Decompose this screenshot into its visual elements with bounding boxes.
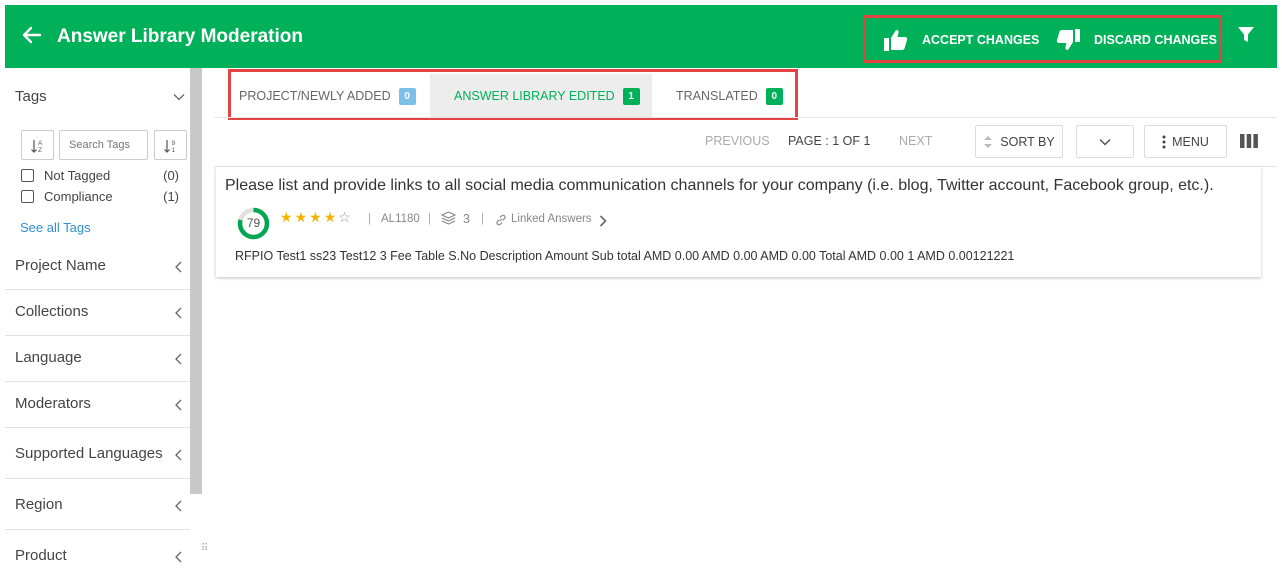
menu-label: MENU: [1172, 134, 1209, 149]
filter-icon[interactable]: [1237, 26, 1255, 44]
page: Answer Library Moderation ACCEPT CHANGES…: [0, 0, 1282, 570]
svg-text:1: 1: [171, 147, 175, 154]
meta-separator: |: [368, 213, 371, 225]
checkbox[interactable]: [21, 168, 34, 182]
meta-separator: |: [428, 213, 431, 225]
score-value: 79: [246, 216, 261, 230]
facet-label: Product: [15, 547, 67, 564]
tag-option-not-tagged[interactable]: Not Tagged (0): [21, 166, 179, 184]
thumbs-up-icon: [884, 30, 908, 51]
count-badge: 0: [398, 87, 416, 105]
facet-project-name[interactable]: Project Name: [5, 243, 190, 290]
question-text[interactable]: Please list and provide links to all soc…: [225, 177, 1240, 195]
tag-label: Compliance: [44, 188, 113, 204]
svg-text:A: A: [38, 140, 43, 147]
resize-grip-icon[interactable]: ⠿: [201, 543, 208, 554]
tag-count: (0): [163, 167, 179, 183]
sidebar-scrollbar[interactable]: [190, 68, 202, 494]
answer-card[interactable]: Please list and provide links to all soc…: [216, 167, 1261, 277]
chevron-left-icon: [175, 353, 182, 365]
svg-text:Z: Z: [38, 147, 42, 154]
tab-label: TRANSLATED: [676, 89, 758, 103]
columns-icon[interactable]: [1240, 134, 1258, 148]
chevron-left-icon: [175, 399, 182, 411]
star-icon: ★: [280, 209, 295, 225]
sort-alpha-asc-icon: A Z: [30, 140, 43, 154]
accept-changes-button[interactable]: ACCEPT CHANGES: [884, 28, 1039, 52]
tab-project-newly-added[interactable]: PROJECT/NEWLY ADDED 0: [231, 74, 429, 118]
sort-direction-dropdown[interactable]: [1076, 125, 1134, 158]
kebab-menu-icon: [1162, 135, 1166, 148]
sort-numeric-button[interactable]: 9 1: [154, 130, 187, 160]
facet-language[interactable]: Language: [5, 336, 190, 382]
star-icon: ★: [309, 209, 324, 225]
tags-section-header[interactable]: Tags: [5, 68, 190, 124]
sort-ascending-button[interactable]: A Z: [21, 130, 54, 160]
filter-sidebar: Tags A Z 9 1 Not Tagged (0): [5, 68, 190, 570]
tab-label: ANSWER LIBRARY EDITED: [454, 89, 615, 103]
chevron-left-icon: [175, 551, 182, 563]
tag-count: (1): [163, 188, 179, 204]
tag-label: Not Tagged: [44, 167, 111, 183]
discard-changes-button[interactable]: DISCARD CHANGES: [1056, 28, 1217, 52]
back-arrow-icon[interactable]: [22, 25, 42, 45]
next-page-button[interactable]: NEXT: [899, 134, 932, 148]
facet-label: Region: [15, 496, 63, 513]
star-rating[interactable]: ★★★★☆: [280, 209, 353, 226]
facet-label: Collections: [15, 303, 89, 320]
discard-changes-label: DISCARD CHANGES: [1094, 33, 1217, 47]
facet-region[interactable]: Region: [5, 479, 190, 530]
facet-label: Moderators: [15, 395, 91, 412]
count-badge: 1: [622, 87, 640, 105]
chevron-right-icon[interactable]: [599, 215, 607, 227]
star-empty-icon: ☆: [338, 209, 353, 225]
tab-answer-library-edited[interactable]: ANSWER LIBRARY EDITED 1: [430, 74, 652, 118]
checkbox[interactable]: [21, 189, 34, 203]
see-all-tags-link[interactable]: See all Tags: [20, 220, 91, 235]
sort-icon: [984, 135, 993, 148]
chevron-down-icon: [1099, 138, 1111, 146]
star-icon: ★: [323, 209, 339, 225]
answer-id: AL1180: [381, 213, 420, 225]
chevron-left-icon: [175, 449, 182, 461]
facet-label: Project Name: [15, 257, 106, 274]
facet-supported-languages[interactable]: Supported Languages: [5, 428, 190, 479]
svg-text:9: 9: [171, 140, 175, 147]
thumbs-down-icon: [1056, 29, 1080, 50]
count-badge: 0: [765, 87, 783, 105]
tag-option-compliance[interactable]: Compliance (1): [21, 187, 179, 205]
chevron-down-icon: [173, 94, 185, 101]
link-icon: [496, 214, 506, 226]
linked-answers-link[interactable]: Linked Answers: [511, 213, 592, 225]
facet-collections[interactable]: Collections: [5, 290, 190, 336]
previous-page-button[interactable]: PREVIOUS: [705, 134, 770, 148]
search-tags-input[interactable]: [59, 130, 148, 160]
chevron-left-icon: [175, 261, 182, 273]
chevron-left-icon: [175, 307, 182, 319]
star-icon: ★: [294, 209, 310, 225]
chevron-left-icon: [175, 500, 182, 512]
page-title: Answer Library Moderation: [57, 26, 303, 47]
menu-button[interactable]: MENU: [1144, 125, 1227, 158]
header-bar: Answer Library Moderation ACCEPT CHANGES…: [5, 5, 1277, 68]
moderation-tabs: PROJECT/NEWLY ADDED 0 ANSWER LIBRARY EDI…: [228, 69, 798, 120]
accept-changes-label: ACCEPT CHANGES: [922, 33, 1040, 47]
stack-count: 3: [463, 212, 470, 226]
answer-text: RFPIO Test1 ss23 Test12 3 Fee Table S.No…: [235, 249, 1015, 263]
facet-label: Language: [15, 349, 82, 366]
facet-label: Supported Languages: [15, 445, 163, 462]
meta-separator: |: [481, 213, 484, 225]
tabs-divider: [214, 117, 1277, 118]
sort-by-button[interactable]: SORT BY: [975, 125, 1063, 158]
tab-translated[interactable]: TRANSLATED 0: [652, 74, 795, 118]
facet-product[interactable]: Product: [5, 530, 190, 570]
sort-by-label: SORT BY: [1000, 134, 1055, 149]
layers-icon: [441, 211, 456, 225]
sort-numeric-icon: 9 1: [163, 140, 175, 154]
page-indicator: PAGE : 1 OF 1: [788, 134, 871, 148]
tags-title: Tags: [15, 88, 47, 105]
tab-label: PROJECT/NEWLY ADDED: [239, 89, 391, 103]
changes-actions: ACCEPT CHANGES DISCARD CHANGES: [863, 15, 1222, 63]
facet-moderators[interactable]: Moderators: [5, 382, 190, 428]
